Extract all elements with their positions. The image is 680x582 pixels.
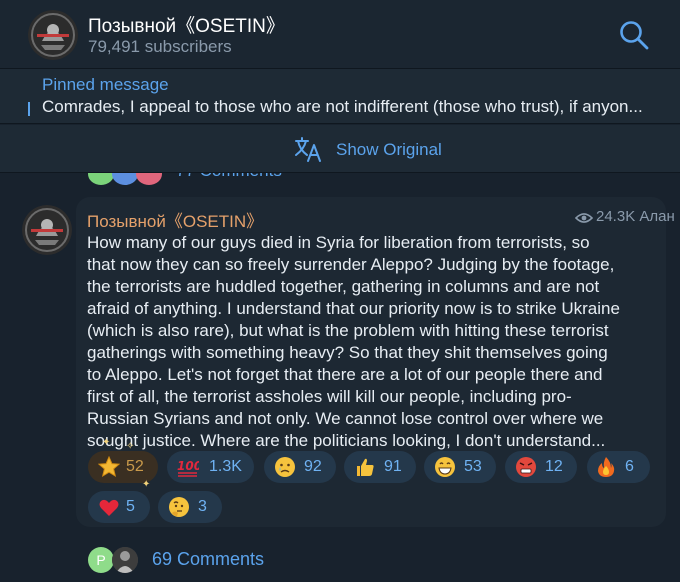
sparkle-icon: ✦: [102, 437, 111, 448]
previous-comments-count[interactable]: 77 Comments: [176, 173, 282, 181]
fire-icon: [598, 457, 615, 477]
pinned-label: Pinned message: [42, 75, 169, 94]
subscriber-count: 79,491 subscribers: [88, 37, 232, 56]
commenter-avatar: [112, 173, 138, 185]
channel-title[interactable]: Позывной《OSETIN》: [88, 11, 285, 38]
reaction-count: 5: [126, 498, 135, 515]
text-line: How many of our guys died in Syria for l…: [87, 233, 590, 252]
crying-face-icon: [275, 457, 295, 477]
author-avatar[interactable]: [22, 205, 72, 255]
hundred-icon: 100: [177, 459, 199, 477]
reaction-thinking[interactable]: 3: [158, 491, 222, 523]
eye-icon: [574, 211, 594, 223]
reaction-heart[interactable]: 5: [88, 491, 150, 523]
commenter-avatar: [112, 547, 138, 573]
commenter-avatar: P: [88, 547, 114, 573]
translate-icon: [294, 136, 322, 162]
message-text: How many of our guys died in Syria for l…: [87, 232, 662, 452]
grinning-face-icon: [435, 457, 455, 477]
text-line: afraid of anything. I understand that ou…: [87, 299, 620, 318]
text-line: (which is also rare), but what is the pr…: [87, 321, 609, 340]
text-line: that now they can so freely surrender Al…: [87, 255, 615, 274]
commenter-avatar: [136, 173, 162, 185]
sparkle-icon: ✧: [126, 441, 135, 452]
reaction-angry[interactable]: 12: [505, 451, 577, 483]
reaction-count: 52: [126, 458, 144, 475]
search-icon[interactable]: [618, 19, 650, 51]
message-author[interactable]: Позывной《OSETIN》: [87, 207, 263, 232]
previous-post-comments[interactable]: 77 Comments: [0, 173, 680, 185]
text-line: sought justice. Where are the politician…: [87, 431, 606, 450]
text-line: first of all, the terrorist assholes wil…: [87, 387, 572, 406]
reaction-count: 53: [464, 458, 482, 475]
reaction-count: 92: [304, 458, 322, 475]
heart-icon: [99, 499, 119, 516]
reaction-count: 91: [384, 458, 402, 475]
reaction-count: 6: [625, 458, 634, 475]
thumbs-up-icon: [357, 458, 374, 476]
thinking-face-icon: [169, 497, 189, 517]
view-count: 24.3K Алан: [596, 208, 675, 225]
commenter-avatar: [88, 173, 114, 185]
channel-avatar[interactable]: [28, 10, 78, 60]
angry-face-icon: [516, 457, 536, 477]
show-original-button[interactable]: Show Original: [336, 140, 442, 160]
reaction-count: 12: [545, 458, 563, 475]
reaction-hundred[interactable]: 100 1.3K: [167, 451, 254, 483]
text-line: the terrorists are huddled together, gat…: [87, 277, 600, 296]
text-line: to Aleppo. Let's not forget that there a…: [87, 365, 603, 384]
sparkle-icon: ✦: [142, 479, 151, 490]
reaction-grinning[interactable]: 53: [424, 451, 496, 483]
reaction-fire[interactable]: 6: [587, 451, 650, 483]
svg-text:100: 100: [177, 459, 199, 473]
pinned-indicator: [28, 102, 30, 116]
pinned-text[interactable]: Comrades, I appeal to those who are not …: [42, 97, 674, 117]
star-icon: [98, 456, 120, 478]
reaction-count: 3: [198, 498, 207, 515]
reaction-thumbs-up[interactable]: 91: [344, 451, 416, 483]
reaction-crying[interactable]: 92: [264, 451, 336, 483]
reaction-count: 1.3K: [209, 458, 242, 475]
comments-count[interactable]: 69 Comments: [152, 549, 264, 570]
text-line: Russian Syrians and not only. We cannot …: [87, 409, 604, 428]
text-line: gatherings with something heavy? So that…: [87, 343, 608, 362]
reaction-star[interactable]: ✦ ✧ ✦ 52: [88, 437, 158, 490]
